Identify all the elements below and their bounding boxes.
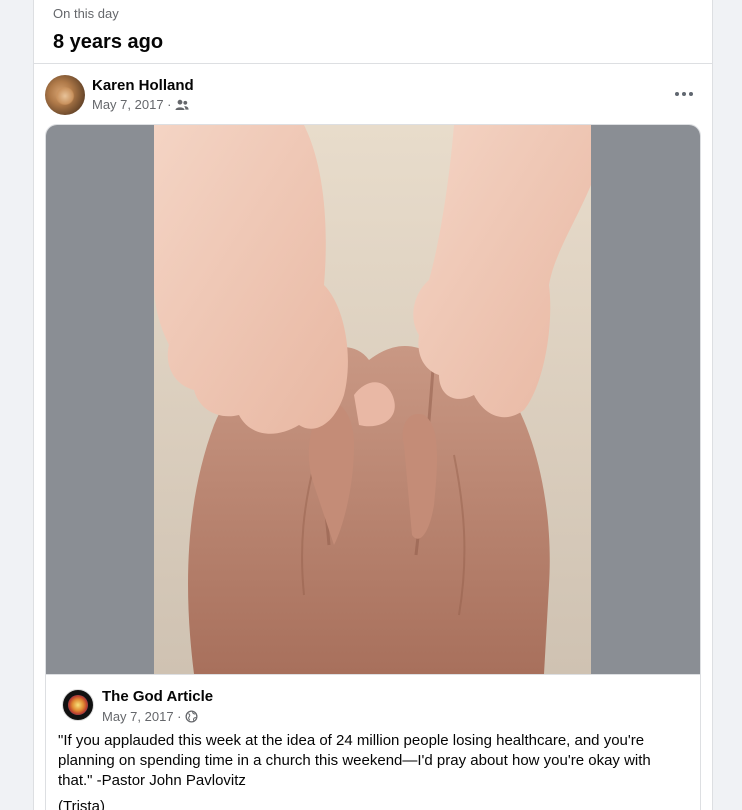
post-meta: May 7, 2017 · xyxy=(92,97,189,112)
author-avatar[interactable] xyxy=(45,75,85,115)
more-options-button[interactable] xyxy=(670,82,698,106)
globe-icon xyxy=(184,710,198,723)
dot-icon xyxy=(675,92,679,96)
dot-icon xyxy=(682,92,686,96)
memory-label: On this day xyxy=(53,6,119,21)
memory-years-ago: 8 years ago xyxy=(53,31,164,53)
author-name[interactable]: Karen Holland xyxy=(92,77,194,94)
shared-post-date[interactable]: May 7, 2017 · xyxy=(102,709,182,724)
memory-header: On this day 8 years ago xyxy=(53,6,163,54)
friends-icon xyxy=(175,99,189,110)
shared-post-text: "If you applauded this week at the idea … xyxy=(58,732,651,789)
shared-post[interactable]: The God Article May 7, 2017 · "If you ap… xyxy=(45,124,701,810)
page-avatar[interactable] xyxy=(62,689,94,721)
dot-icon xyxy=(689,92,693,96)
shared-post-credit: (Trista) xyxy=(58,798,105,810)
divider xyxy=(46,674,700,675)
shared-image-frame[interactable] xyxy=(46,125,700,674)
hands-photo[interactable] xyxy=(154,125,591,674)
memory-card: On this day 8 years ago Karen Holland Ma… xyxy=(33,0,713,810)
post-date[interactable]: May 7, 2017 · xyxy=(92,97,172,112)
divider xyxy=(34,63,712,64)
page-name[interactable]: The God Article xyxy=(102,688,213,705)
shared-post-meta: May 7, 2017 · xyxy=(102,709,198,724)
